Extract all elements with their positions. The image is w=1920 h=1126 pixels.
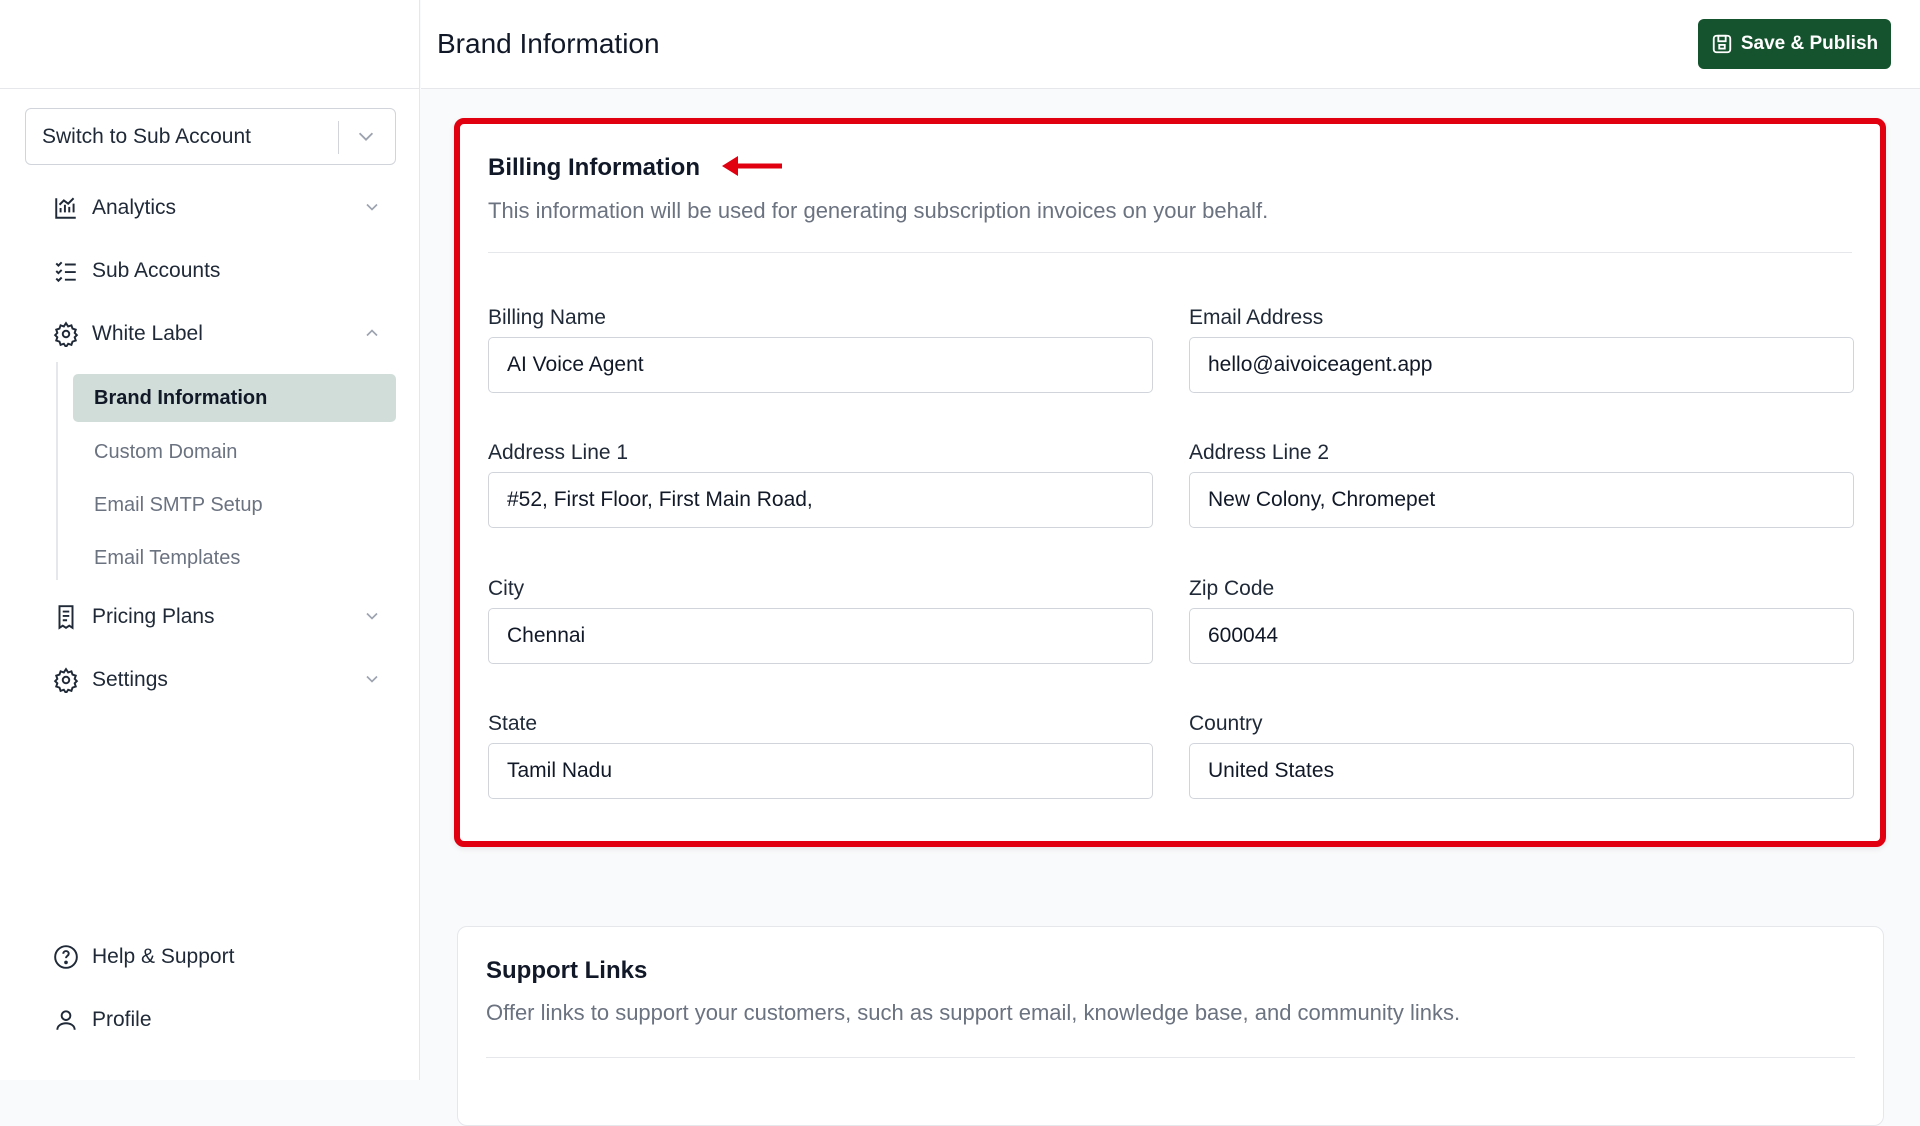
support-divider bbox=[486, 1057, 1855, 1058]
country-input[interactable] bbox=[1189, 743, 1854, 799]
billing-subtitle: This information will be used for genera… bbox=[488, 198, 1269, 223]
checklist-icon bbox=[52, 257, 80, 285]
user-icon bbox=[52, 1006, 80, 1034]
sidebar-item-settings[interactable]: Settings bbox=[52, 660, 382, 700]
sidebar-item-label: Sub Accounts bbox=[92, 259, 221, 282]
chevron-up-icon bbox=[366, 329, 378, 337]
email-address-input[interactable] bbox=[1189, 337, 1854, 393]
chevron-down-icon bbox=[366, 675, 378, 683]
sidebar-item-pricing-plans[interactable]: Pricing Plans bbox=[52, 597, 382, 637]
switch-sub-account-select[interactable]: Switch to Sub Account bbox=[25, 108, 396, 165]
save-icon bbox=[1712, 34, 1732, 54]
zip-code-label: Zip Code bbox=[1189, 577, 1275, 600]
chart-icon bbox=[52, 194, 80, 222]
support-subtitle: Offer links to support your customers, s… bbox=[486, 1000, 1461, 1025]
sidebar-item-white-label[interactable]: White Label bbox=[52, 314, 382, 354]
sidebar-item-label: White Label bbox=[92, 322, 203, 345]
address-line-1-label: Address Line 1 bbox=[488, 441, 629, 464]
billing-name-input[interactable] bbox=[488, 337, 1153, 393]
switcher-label: Switch to Sub Account bbox=[42, 124, 251, 148]
email-address-label: Email Address bbox=[1189, 306, 1324, 329]
sidebar-item-label: Settings bbox=[92, 668, 168, 691]
arrow-left-icon bbox=[722, 156, 782, 176]
billing-title: Billing Information bbox=[488, 154, 700, 181]
sidebar-item-label: Analytics bbox=[92, 196, 177, 219]
gear-icon bbox=[52, 320, 80, 348]
billing-information-card: Billing Information This information wil… bbox=[454, 118, 1886, 847]
page-title: Brand Information bbox=[437, 28, 660, 59]
sidebar-subitem-custom-domain[interactable]: Custom Domain bbox=[73, 428, 396, 476]
sidebar-item-label: Pricing Plans bbox=[92, 605, 215, 628]
submenu-guide-line bbox=[56, 362, 58, 580]
country-label: Country bbox=[1189, 712, 1263, 735]
billing-name-label: Billing Name bbox=[488, 306, 606, 329]
state-input[interactable] bbox=[488, 743, 1153, 799]
support-links-card: Support Links Offer links to support you… bbox=[457, 926, 1884, 1126]
save-publish-label: Save & Publish bbox=[1740, 33, 1879, 54]
receipt-icon bbox=[52, 603, 80, 631]
switcher-divider bbox=[338, 121, 339, 154]
top-header: Brand Information Save & Publish bbox=[421, 0, 1920, 89]
sidebar-subitem-email-templates[interactable]: Email Templates bbox=[73, 534, 396, 582]
zip-code-input[interactable] bbox=[1189, 608, 1854, 664]
chevron-down-icon bbox=[366, 612, 378, 620]
sidebar-item-sub-accounts[interactable]: Sub Accounts bbox=[52, 251, 382, 291]
address-line-1-input[interactable] bbox=[488, 472, 1153, 528]
sidebar: Switch to Sub Account Analytics Sub Acco… bbox=[0, 0, 420, 1080]
sidebar-item-label: Profile bbox=[92, 1008, 152, 1031]
sidebar-item-help-support[interactable]: Help & Support bbox=[52, 937, 382, 977]
chevron-down-icon bbox=[358, 132, 374, 141]
address-line-2-input[interactable] bbox=[1189, 472, 1854, 528]
sidebar-logo-area bbox=[0, 0, 419, 89]
state-label: State bbox=[488, 712, 538, 735]
sidebar-item-analytics[interactable]: Analytics bbox=[52, 188, 382, 228]
billing-divider bbox=[488, 252, 1852, 253]
sidebar-item-label: Help & Support bbox=[92, 945, 235, 968]
gear-icon bbox=[52, 666, 80, 694]
sidebar-item-profile[interactable]: Profile bbox=[52, 1000, 382, 1040]
sidebar-subitem-brand-information[interactable]: Brand Information bbox=[73, 374, 396, 422]
city-input[interactable] bbox=[488, 608, 1153, 664]
sidebar-subitem-email-smtp-setup[interactable]: Email SMTP Setup bbox=[73, 481, 396, 529]
address-line-2-label: Address Line 2 bbox=[1189, 441, 1330, 464]
support-title: Support Links bbox=[486, 957, 648, 984]
help-icon bbox=[52, 943, 80, 971]
chevron-down-icon bbox=[366, 203, 378, 211]
save-publish-button[interactable]: Save & Publish bbox=[1698, 19, 1891, 69]
city-label: City bbox=[488, 577, 525, 600]
